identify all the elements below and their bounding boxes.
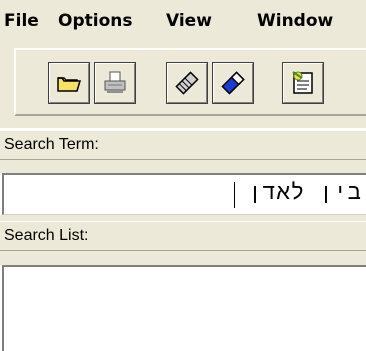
search-term-label: Search Term: — [4, 136, 99, 153]
search-term-value: בין לאדן — [248, 180, 362, 205]
wizard-button[interactable] — [282, 62, 324, 104]
search-list-box[interactable] — [2, 265, 366, 351]
clear-button[interactable] — [166, 62, 208, 104]
search-term-input[interactable]: בין לאדן — [2, 173, 366, 215]
menu-view[interactable]: View — [166, 11, 212, 31]
clear-all-button[interactable] — [212, 62, 254, 104]
toolbar — [14, 48, 366, 116]
search-list-spacer — [0, 251, 366, 265]
menu-file[interactable]: File — [4, 11, 39, 31]
search-term-header: Search Term: — [0, 130, 366, 160]
menu-options[interactable]: Options — [58, 11, 132, 31]
menu-window[interactable]: Window — [257, 11, 333, 31]
document-wand-icon — [292, 71, 313, 94]
text-caret — [234, 182, 235, 208]
menu-bar: File Options View Window — [0, 0, 366, 40]
blue-eraser-icon — [221, 71, 245, 95]
print-icon — [104, 71, 126, 93]
open-button[interactable] — [48, 62, 90, 104]
search-list-label: Search List: — [4, 227, 89, 244]
search-term-spacer — [0, 160, 366, 173]
search-list-header: Search List: — [0, 221, 366, 251]
eraser-icon — [175, 71, 199, 95]
print-button[interactable] — [94, 62, 136, 104]
open-folder-icon — [57, 77, 82, 92]
